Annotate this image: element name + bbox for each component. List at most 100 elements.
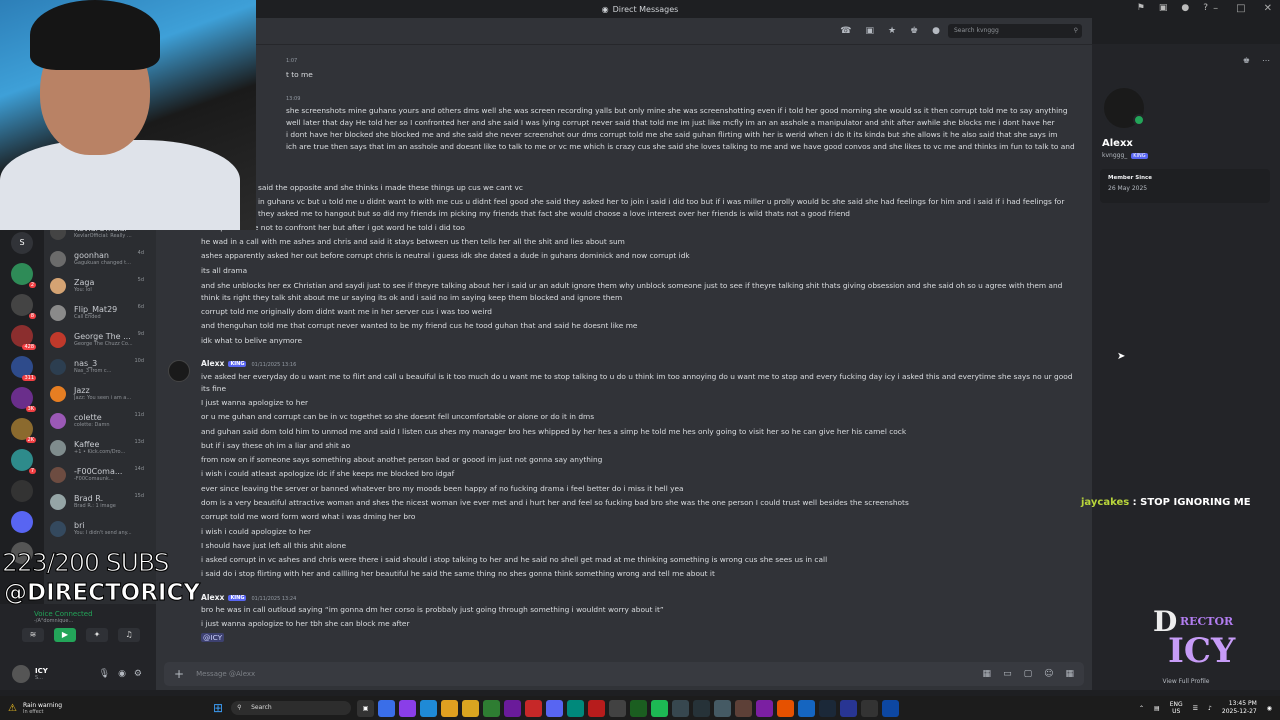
discord-icon[interactable] [546, 699, 564, 717]
wifi-icon[interactable]: ☰ [1193, 705, 1198, 712]
soundboard-button[interactable]: ♫ [118, 628, 140, 642]
dm-item[interactable]: nas_3 Nas_3 from c... 10d [44, 353, 156, 380]
role-badge: KING [228, 361, 247, 367]
video-icon[interactable]: ▣ [865, 26, 874, 36]
server-icon[interactable]: 2K [11, 418, 36, 443]
dm-item[interactable]: -F00Coma... -F00Comaunk... 14d [44, 461, 156, 488]
taskview-icon[interactable]: ▣ [357, 699, 375, 717]
dm-item[interactable]: Zaga You: lol 5d [44, 272, 156, 299]
app-icon[interactable] [609, 699, 627, 717]
message-text: ich are true then says that im an asshol… [286, 142, 1075, 151]
app-icon[interactable] [399, 699, 417, 717]
app-icon[interactable] [840, 699, 858, 717]
notification-icon[interactable]: ◉ [1267, 705, 1272, 712]
app-icon[interactable] [777, 699, 795, 717]
view-full-profile-link[interactable]: View Full Profile [1092, 678, 1280, 685]
app-icon[interactable] [714, 699, 732, 717]
app-icon[interactable] [861, 699, 879, 717]
chevron-up-icon[interactable]: ⌃ [1139, 705, 1144, 712]
search-icon: ⚲ [237, 704, 242, 711]
server-icon[interactable]: 3K [11, 387, 36, 412]
taskbar-search[interactable]: ⚲ Search [231, 701, 352, 715]
add-friend-icon[interactable]: ♚ [1243, 56, 1250, 65]
profile-toggle-icon[interactable]: ● [932, 26, 940, 36]
windows-start-icon[interactable]: ⊞ [213, 701, 223, 715]
clock[interactable]: 13:45 PM 2025-12-27 [1222, 700, 1257, 716]
app-icon[interactable] [735, 699, 753, 717]
inbox-icon[interactable]: ⚑ [1137, 3, 1145, 13]
message-author[interactable]: Alexx KING 01/11/2025 13:16 [201, 359, 296, 368]
mention[interactable]: @ICY [201, 633, 225, 642]
server-icon[interactable]: 428 [11, 325, 36, 350]
app-icon[interactable] [630, 699, 648, 717]
gear-icon[interactable]: ⚙ [134, 669, 142, 679]
server-icon[interactable]: S [11, 232, 33, 254]
profile-avatar[interactable] [1102, 86, 1146, 130]
avatar[interactable] [12, 665, 30, 683]
server-icon[interactable]: 2 [11, 263, 36, 288]
app-icon[interactable] [504, 699, 522, 717]
dm-item[interactable]: bri You: I didn't send any... [44, 515, 156, 542]
mic-icon[interactable]: 🎙 [99, 669, 110, 679]
app-icon[interactable] [672, 699, 690, 717]
message-author[interactable]: Alexx KING 01/11/2025 13:24 [201, 593, 296, 602]
network-icon[interactable]: ▤ [1154, 705, 1160, 712]
more-icon[interactable]: ⋯ [1262, 56, 1270, 65]
volume-icon[interactable]: ♪ [1208, 705, 1212, 712]
server-icon[interactable]: 311 [11, 356, 36, 381]
avatar [50, 493, 66, 510]
language-indicator[interactable]: ENG US [1170, 701, 1183, 715]
video-button[interactable]: ▶ [54, 628, 76, 642]
noise-suppression-button[interactable]: ≋ [22, 628, 44, 642]
dm-item[interactable]: colette colette: Damn 11d [44, 407, 156, 434]
people-icon[interactable]: ● [1181, 3, 1189, 13]
gif-icon[interactable]: ▭ [1003, 669, 1012, 679]
sticker-icon[interactable]: ▢ [1024, 669, 1033, 679]
weather-widget[interactable]: ⚠ Rain warning In effect [8, 702, 213, 715]
search-input[interactable]: Search kvnggg ⚲ [948, 24, 1082, 38]
server-icon[interactable]: 8 [11, 294, 36, 319]
app-icon[interactable] [882, 699, 900, 717]
dm-item[interactable]: Flip_Mat29 Call Ended 6d [44, 299, 156, 326]
app-icon[interactable] [798, 699, 816, 717]
app-icon[interactable] [378, 699, 396, 717]
call-icon[interactable]: ☎ [840, 26, 851, 36]
app-icon[interactable] [483, 699, 501, 717]
plus-icon[interactable]: + [174, 667, 184, 681]
profile-panel: ♚ ⋯ Alexx kvnggg_ KING Member Since 26 Ma… [1092, 44, 1280, 690]
dm-item[interactable]: goonhan Gagukuan changed t... 4d [44, 245, 156, 272]
update-icon[interactable]: ▣ [1159, 3, 1168, 13]
dm-item[interactable]: Brad R. Brad R.: 1 image 15d [44, 488, 156, 515]
activity-button[interactable]: ✦ [86, 628, 108, 642]
folder-icon[interactable] [11, 511, 33, 533]
add-friend-icon[interactable]: ♚ [910, 26, 918, 36]
dm-item[interactable]: Jazz Jazz: You seen i am a... [44, 380, 156, 407]
app-icon[interactable] [756, 699, 774, 717]
server-icon[interactable]: 7 [11, 449, 36, 474]
app-icon[interactable] [567, 699, 585, 717]
emoji-icon[interactable]: ☺ [1044, 669, 1053, 679]
edge-icon[interactable] [420, 699, 438, 717]
minimize-button[interactable]: – [1213, 3, 1218, 14]
pin-icon[interactable]: ★ [888, 26, 896, 36]
message-text: from now on if someone says something ab… [201, 455, 603, 464]
spotify-icon[interactable] [651, 699, 669, 717]
app-icon[interactable] [693, 699, 711, 717]
chrome-icon[interactable] [441, 699, 459, 717]
maximize-button[interactable]: □ [1236, 3, 1245, 14]
app-icon[interactable] [588, 699, 606, 717]
avatar[interactable] [168, 360, 190, 382]
help-icon[interactable]: ? [1203, 3, 1208, 13]
headphones-icon[interactable]: ◉ [118, 669, 126, 679]
app-icon[interactable] [525, 699, 543, 717]
dm-item[interactable]: George The ... George The Chuzz Co... 9d [44, 326, 156, 353]
gift-icon[interactable]: ▦ [983, 669, 992, 679]
steam-icon[interactable] [819, 699, 837, 717]
title-dm-icon: ◉ [601, 4, 609, 14]
server-icon[interactable] [11, 480, 33, 502]
folder-icon[interactable] [462, 699, 480, 717]
apps-icon[interactable]: ▦ [1065, 669, 1074, 679]
close-button[interactable]: ✕ [1264, 3, 1272, 14]
message-input[interactable]: + Message @Alexx ▦ ▭ ▢ ☺ ▦ [164, 662, 1084, 686]
dm-item[interactable]: Kaffee +1 • Kick.com/Dro... 13d [44, 434, 156, 461]
